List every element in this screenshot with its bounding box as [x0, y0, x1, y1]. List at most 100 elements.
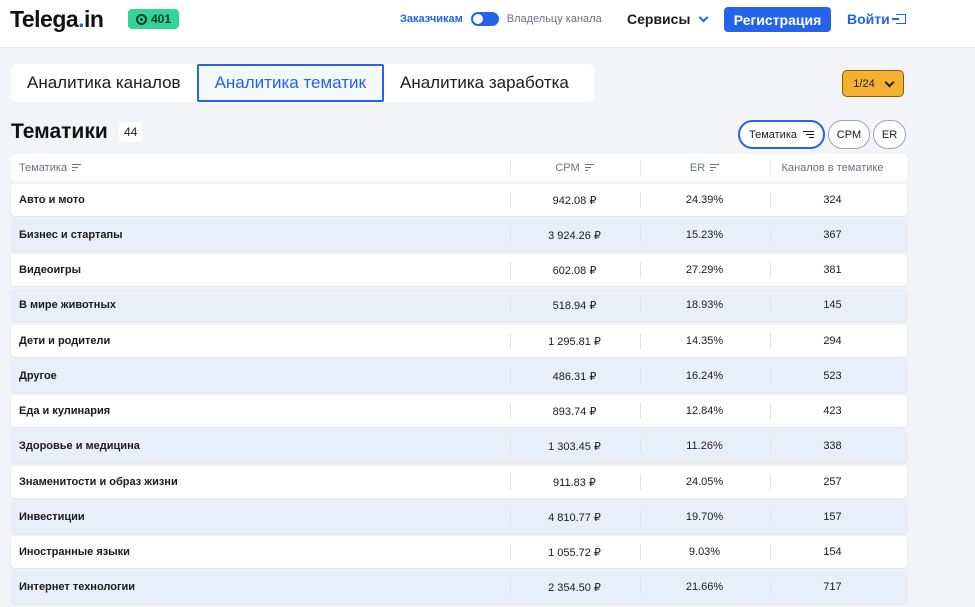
table-header: Тематика CPM ER Каналов в тематике — [11, 154, 907, 181]
filter-icon — [584, 164, 594, 171]
er-value: 24.39% — [685, 194, 724, 206]
sort-topic-label: Тематика — [748, 128, 797, 141]
table-row[interactable]: Другое 486.31 ₽ 16.24% 523 — [11, 360, 907, 392]
table-row[interactable]: Иностранные языки 1 055.72 ₽ 9.03% 154 — [11, 536, 907, 568]
tab-channels-analytics[interactable]: Аналитика каналов — [11, 64, 197, 102]
er-value: 12.84% — [685, 405, 724, 417]
cpm-value: 3 924.26 ₽ — [548, 229, 601, 242]
topic-name: Авто и мото — [19, 194, 85, 206]
badge-count: 401 — [151, 12, 172, 26]
cpm-value: 893.74 ₽ — [552, 405, 597, 418]
er-value: 24.05% — [685, 476, 724, 488]
page-selector[interactable]: 1/24 — [842, 70, 904, 97]
topic-name: Другое — [19, 370, 57, 382]
er-value: 21.66% — [685, 581, 724, 593]
login-link[interactable]: Войти — [847, 11, 906, 27]
table-row[interactable]: Дети и родители 1 295.81 ₽ 14.35% 294 — [11, 325, 907, 357]
topic-name: Дети и родители — [19, 335, 111, 347]
column-topic-label: Тематика — [19, 161, 68, 174]
audience-toggle: Заказчикам Владельцу канала — [400, 12, 602, 26]
cpm-value: 1 303.45 ₽ — [548, 440, 601, 453]
column-topic[interactable]: Тематика — [19, 154, 82, 181]
cpm-value: 2 354.50 ₽ — [548, 581, 601, 594]
login-label: Войти — [847, 11, 890, 27]
topic-name: Еда и кулинария — [19, 405, 111, 417]
er-value: 18.93% — [685, 299, 724, 311]
topic-name: Знаменитости и образ жизни — [19, 476, 178, 488]
er-value: 15.23% — [685, 229, 724, 241]
er-value: 16.24% — [685, 370, 724, 382]
services-label: Сервисы — [627, 11, 691, 27]
channels-count: 523 — [823, 370, 842, 382]
page-title: Тематики — [11, 120, 108, 143]
table-row[interactable]: Здоровье и медицина 1 303.45 ₽ 11.26% 33… — [11, 430, 907, 462]
sort-by-topic-button[interactable]: Тематика — [738, 120, 825, 149]
column-channels[interactable]: Каналов в тематике — [770, 154, 895, 181]
filter-icon — [710, 164, 720, 171]
cpm-value: 4 810.77 ₽ — [548, 511, 601, 524]
cpm-value: 1 055.72 ₽ — [548, 546, 601, 559]
channels-count: 257 — [823, 476, 842, 488]
cpm-value: 942.08 ₽ — [552, 194, 597, 207]
cpm-value: 1 295.81 ₽ — [548, 335, 601, 348]
broadcast-icon — [136, 13, 147, 25]
services-menu[interactable]: Сервисы — [627, 11, 709, 27]
er-value: 27.29% — [685, 264, 724, 276]
topic-name: Здоровье и медицина — [19, 440, 140, 452]
topics-count: 44 — [119, 122, 143, 142]
table-row[interactable]: Знаменитости и образ жизни 911.83 ₽ 24.0… — [11, 466, 907, 498]
column-cpm-label: CPM — [555, 161, 580, 174]
register-button[interactable]: Регистрация — [724, 7, 831, 32]
toggle-owner-label[interactable]: Владельцу канала — [507, 13, 602, 25]
tab-topics-analytics[interactable]: Аналитика тематик — [196, 64, 384, 102]
analytics-tabs: Аналитика каналов Аналитика тематик Анал… — [11, 64, 594, 102]
topic-name: В мире животных — [19, 299, 116, 311]
channels-count: 423 — [823, 405, 842, 417]
er-value: 19.70% — [685, 511, 724, 523]
column-channels-label: Каналов в тематике — [781, 161, 884, 174]
logo[interactable]: Telega.in — [10, 6, 104, 33]
page-indicator: 1/24 — [853, 77, 875, 90]
cpm-value: 518.94 ₽ — [552, 299, 597, 312]
table-row[interactable]: Авто и мото 942.08 ₽ 24.39% 324 — [11, 184, 907, 216]
channels-count: 338 — [823, 440, 842, 452]
cpm-value: 911.83 ₽ — [553, 476, 596, 489]
channels-count: 381 — [823, 264, 842, 276]
chevron-down-icon — [698, 12, 709, 23]
column-er[interactable]: ER — [640, 154, 769, 181]
sort-lines-icon — [803, 130, 814, 139]
channels-count: 717 — [823, 581, 842, 593]
cpm-value: 602.08 ₽ — [552, 264, 597, 277]
sort-by-cpm-button[interactable]: CPM — [828, 120, 870, 149]
channels-count: 324 — [823, 194, 842, 206]
topic-name: Бизнес и стартапы — [19, 229, 123, 241]
audience-switch[interactable] — [470, 12, 499, 26]
er-value: 14.35% — [685, 335, 724, 347]
channels-count: 294 — [823, 335, 842, 347]
er-value: 11.26% — [686, 440, 723, 452]
table-row[interactable]: Бизнес и стартапы 3 924.26 ₽ 15.23% 367 — [11, 219, 907, 251]
channels-count: 367 — [823, 229, 842, 241]
table-row[interactable]: В мире животных 518.94 ₽ 18.93% 145 — [11, 289, 907, 321]
toggle-customers-label[interactable]: Заказчикам — [400, 13, 463, 25]
channels-count: 145 — [823, 299, 842, 311]
tab-earnings-analytics[interactable]: Аналитика заработка — [384, 64, 585, 102]
top-header: Telega.in 401 Заказчикам Владельцу канал… — [0, 0, 975, 48]
topic-name: Видеоигры — [19, 264, 81, 276]
er-value: 9.03% — [688, 546, 721, 558]
cpm-value: 486.31 ₽ — [552, 370, 597, 383]
online-badge[interactable]: 401 — [128, 9, 180, 29]
topic-name: Инвестиции — [19, 511, 85, 523]
channels-count: 157 — [823, 511, 842, 523]
logo-text: Telega — [10, 6, 79, 32]
topic-name: Иностранные языки — [19, 546, 130, 558]
filter-icon — [72, 164, 82, 171]
column-cpm[interactable]: CPM — [510, 154, 639, 181]
table-row[interactable]: Еда и кулинария 893.74 ₽ 12.84% 423 — [11, 395, 907, 427]
table-row[interactable]: Видеоигры 602.08 ₽ 27.29% 381 — [11, 254, 907, 286]
table-row[interactable]: Инвестиции 4 810.77 ₽ 19.70% 157 — [11, 501, 907, 533]
channels-count: 154 — [823, 546, 842, 558]
logo-tail: in — [84, 6, 104, 32]
sort-by-er-button[interactable]: ER — [873, 120, 906, 149]
table-row[interactable]: Интернет технологии 2 354.50 ₽ 21.66% 71… — [11, 571, 907, 603]
